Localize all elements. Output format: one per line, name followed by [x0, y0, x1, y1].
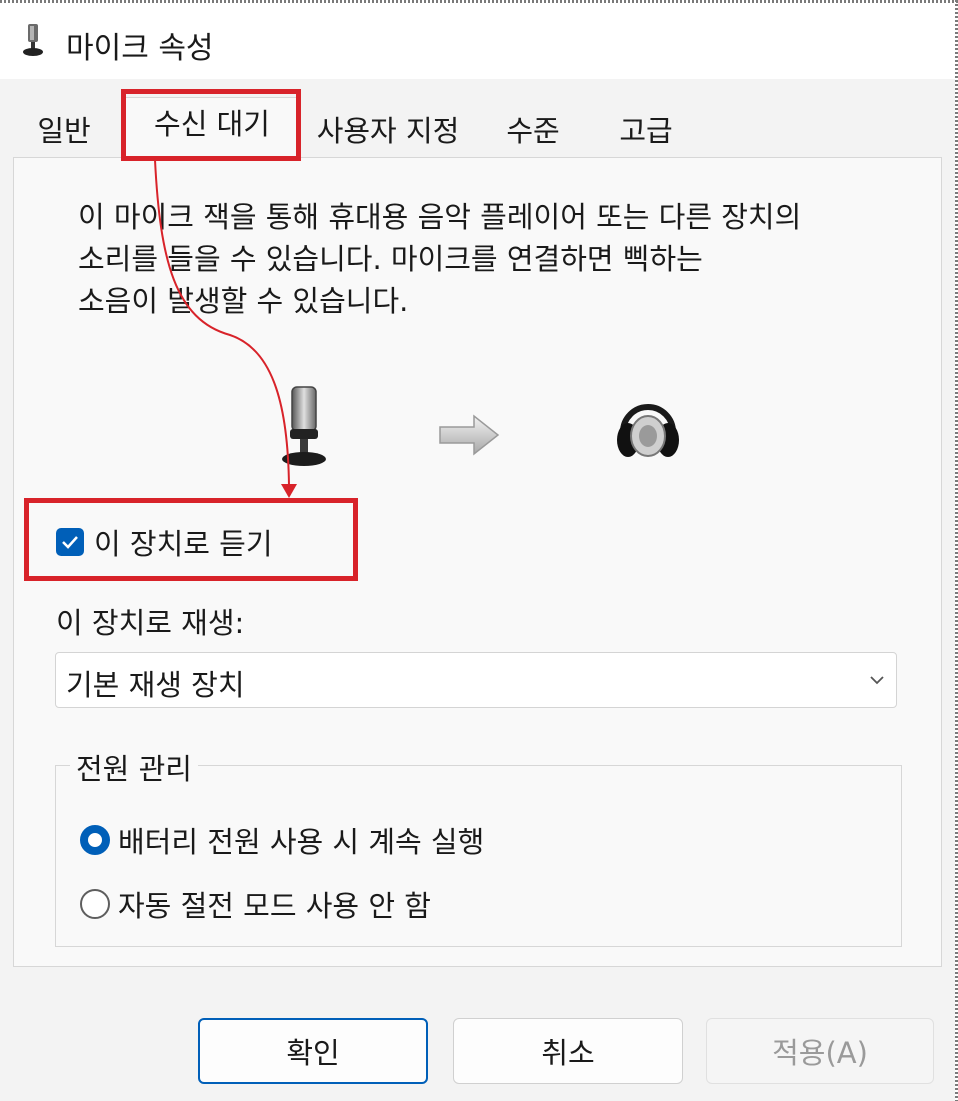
tab-advanced[interactable]: 고급 [594, 105, 698, 157]
title-bar: 마이크 속성 [0, 3, 955, 79]
playback-device-label: 이 장치로 재생: [56, 606, 245, 640]
playback-device-value: 기본 재생 장치 [66, 668, 245, 702]
description-line: 소리를 들을 수 있습니다. 마이크를 연결하면 삑하는 [78, 242, 703, 276]
playback-device-select[interactable]: 기본 재생 장치 [55, 652, 897, 708]
tab-levels[interactable]: 수준 [482, 105, 584, 157]
description-line: 소음이 발생할 수 있습니다. [78, 284, 409, 318]
headphones-icon [615, 388, 681, 468]
tab-general[interactable]: 일반 [24, 105, 104, 157]
radio-unselected-icon[interactable] [80, 889, 110, 919]
listen-description: 이 마이크 잭을 통해 휴대용 음악 플레이어 또는 다른 장치의 소리를 들을… [78, 196, 938, 322]
microphone-icon [280, 385, 328, 471]
window-title: 마이크 속성 [66, 31, 214, 66]
arrow-right-icon [438, 413, 500, 461]
tab-custom[interactable]: 사용자 지정 [300, 105, 476, 157]
chevron-down-icon [868, 671, 886, 690]
radio-selected-icon[interactable] [80, 825, 110, 855]
radio-label: 자동 절전 모드 사용 안 함 [118, 889, 431, 923]
cancel-button[interactable]: 취소 [453, 1018, 683, 1084]
apply-button[interactable]: 적용(A) [706, 1018, 934, 1084]
radio-label: 배터리 전원 사용 시 계속 실행 [118, 825, 485, 859]
radio-keep-running-on-battery[interactable]: 배터리 전원 사용 시 계속 실행 [80, 820, 484, 860]
microphone-small-icon [20, 23, 46, 61]
radio-disable-sleep[interactable]: 자동 절전 모드 사용 안 함 [80, 884, 431, 924]
annotation-highlight-tab [121, 89, 301, 161]
ok-button[interactable]: 확인 [198, 1018, 428, 1084]
annotation-highlight-checkbox [24, 498, 358, 581]
description-line: 이 마이크 잭을 통해 휴대용 음악 플레이어 또는 다른 장치의 [78, 200, 802, 234]
power-management-label: 전원 관리 [70, 746, 198, 788]
